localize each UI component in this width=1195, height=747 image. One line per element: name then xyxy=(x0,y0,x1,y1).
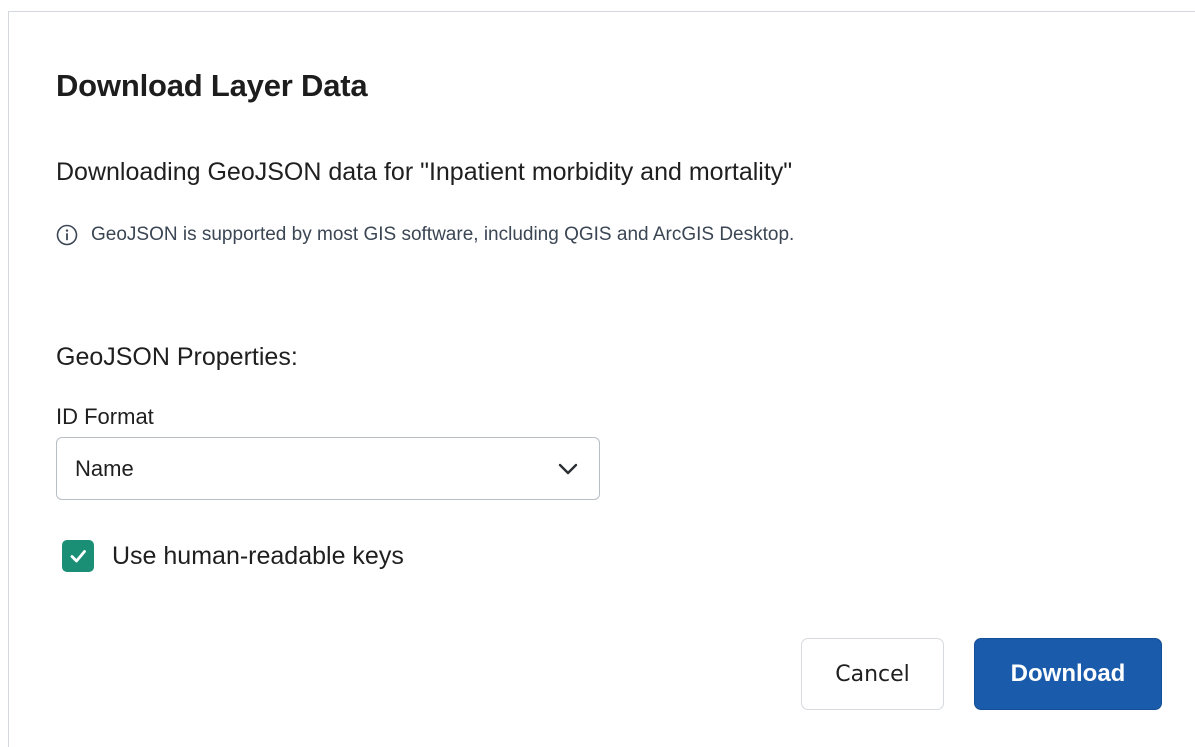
id-format-select[interactable]: Name xyxy=(56,437,600,500)
human-readable-keys-checkbox[interactable] xyxy=(62,540,94,572)
human-readable-keys-label: Use human-readable keys xyxy=(112,541,404,570)
checkmark-icon xyxy=(70,550,86,563)
id-format-value: Name xyxy=(75,456,134,481)
human-readable-keys-option[interactable]: Use human-readable keys xyxy=(62,540,404,572)
dialog-title: Download Layer Data xyxy=(56,68,368,103)
chevron-down-icon xyxy=(557,459,579,479)
download-dialog: Download Layer Data Downloading GeoJSON … xyxy=(8,11,1195,747)
id-format-label: ID Format xyxy=(56,404,154,429)
download-button[interactable]: Download xyxy=(974,638,1162,710)
info-icon xyxy=(56,224,78,246)
properties-heading: GeoJSON Properties: xyxy=(56,343,298,371)
info-note: GeoJSON is supported by most GIS softwar… xyxy=(56,223,794,247)
cancel-button[interactable]: Cancel xyxy=(801,638,944,710)
dialog-subtitle: Downloading GeoJSON data for "Inpatient … xyxy=(56,158,793,186)
info-text: GeoJSON is supported by most GIS softwar… xyxy=(91,224,795,245)
